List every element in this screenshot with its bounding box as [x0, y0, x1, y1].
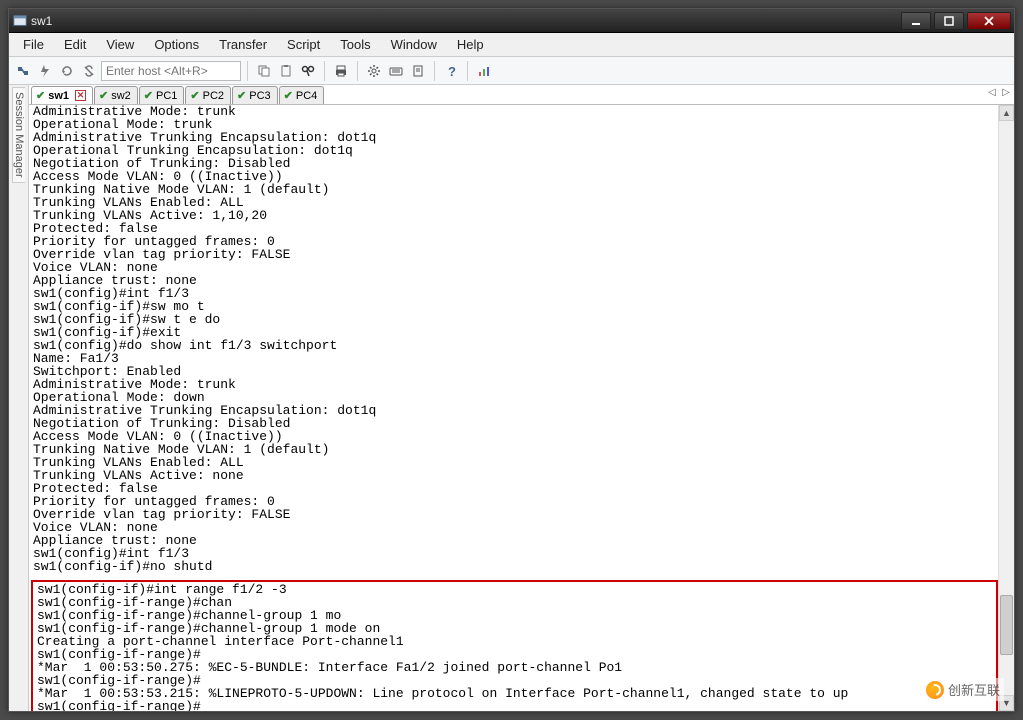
body-area: Session Manager ✔ sw1 ✕ ✔ sw2 ✔ PC1 ✔	[9, 85, 1014, 711]
tab-scroll-left-icon[interactable]: ◁	[986, 87, 998, 98]
vertical-scrollbar[interactable]: ▲ ▼	[998, 105, 1014, 711]
content-area: ✔ sw1 ✕ ✔ sw2 ✔ PC1 ✔ PC2 ✔	[29, 85, 1014, 711]
terminal[interactable]: Administrative Mode: trunk Operational M…	[31, 105, 998, 711]
menu-edit[interactable]: Edit	[56, 35, 94, 54]
reconnect-icon[interactable]	[57, 61, 77, 81]
settings-icon[interactable]	[364, 61, 384, 81]
tab-sw2[interactable]: ✔ sw2	[94, 86, 138, 104]
app-icon	[13, 14, 27, 28]
menu-options[interactable]: Options	[146, 35, 207, 54]
titlebar: sw1	[9, 9, 1014, 33]
tab-label: PC2	[203, 90, 224, 102]
minimize-button[interactable]	[901, 12, 931, 30]
check-icon: ✔	[190, 89, 199, 102]
tab-pc3[interactable]: ✔ PC3	[232, 86, 278, 104]
tab-label: sw2	[111, 90, 131, 102]
tab-label: PC1	[156, 90, 177, 102]
quick-connect-icon[interactable]	[35, 61, 55, 81]
tab-sw1[interactable]: ✔ sw1 ✕	[31, 86, 93, 104]
toolbar: ?	[9, 57, 1014, 85]
terminal-wrap: Administrative Mode: trunk Operational M…	[29, 105, 1014, 711]
disconnect-icon[interactable]	[79, 61, 99, 81]
check-icon: ✔	[237, 89, 246, 102]
menu-view[interactable]: View	[98, 35, 142, 54]
app-window: sw1 File Edit View Options Transfer Scri…	[8, 8, 1015, 712]
tabstrip: ✔ sw1 ✕ ✔ sw2 ✔ PC1 ✔ PC2 ✔	[29, 85, 1014, 105]
maximize-button[interactable]	[934, 12, 964, 30]
tab-pc2[interactable]: ✔ PC2	[185, 86, 231, 104]
scroll-track[interactable]	[999, 121, 1014, 695]
check-icon: ✔	[284, 89, 293, 102]
tab-pc1[interactable]: ✔ PC1	[139, 86, 185, 104]
terminal-output-highlighted: sw1(config-if)#int range f1/2 -3 sw1(con…	[35, 583, 996, 711]
paste-icon[interactable]	[276, 61, 296, 81]
tab-scroll-right-icon[interactable]: ▷	[1000, 87, 1012, 98]
script-icon[interactable]	[408, 61, 428, 81]
scroll-up-icon[interactable]: ▲	[999, 105, 1014, 121]
chart-icon[interactable]	[474, 61, 494, 81]
watermark-text: 创新互联	[948, 680, 1000, 699]
menu-script[interactable]: Script	[279, 35, 328, 54]
watermark-logo-icon	[926, 681, 944, 699]
svg-text:?: ?	[448, 64, 456, 78]
session-manager-label: Session Manager	[12, 87, 25, 183]
close-button[interactable]	[967, 12, 1011, 30]
watermark: 创新互联	[922, 678, 1004, 701]
window-title: sw1	[31, 14, 52, 28]
print-icon[interactable]	[331, 61, 351, 81]
highlighted-region: sw1(config-if)#int range f1/2 -3 sw1(con…	[31, 580, 998, 711]
session-manager-panel[interactable]: Session Manager	[9, 85, 29, 711]
connect-icon[interactable]	[13, 61, 33, 81]
terminal-output-upper: Administrative Mode: trunk Operational M…	[31, 105, 998, 573]
check-icon: ✔	[99, 89, 108, 102]
tab-label: PC4	[296, 90, 317, 102]
tab-pc4[interactable]: ✔ PC4	[279, 86, 325, 104]
find-icon[interactable]	[298, 61, 318, 81]
help-icon[interactable]: ?	[441, 61, 461, 81]
menu-file[interactable]: File	[15, 35, 52, 54]
menu-window[interactable]: Window	[383, 35, 445, 54]
check-icon: ✔	[144, 89, 153, 102]
check-icon: ✔	[36, 89, 45, 102]
scroll-thumb[interactable]	[1000, 595, 1013, 655]
tab-label: sw1	[48, 90, 69, 102]
menu-transfer[interactable]: Transfer	[211, 35, 275, 54]
menu-tools[interactable]: Tools	[332, 35, 378, 54]
host-input[interactable]	[101, 61, 241, 81]
keyboard-icon[interactable]	[386, 61, 406, 81]
menubar: File Edit View Options Transfer Script T…	[9, 33, 1014, 57]
menu-help[interactable]: Help	[449, 35, 492, 54]
copy-icon[interactable]	[254, 61, 274, 81]
tab-label: PC3	[249, 90, 270, 102]
close-icon[interactable]: ✕	[75, 90, 86, 101]
